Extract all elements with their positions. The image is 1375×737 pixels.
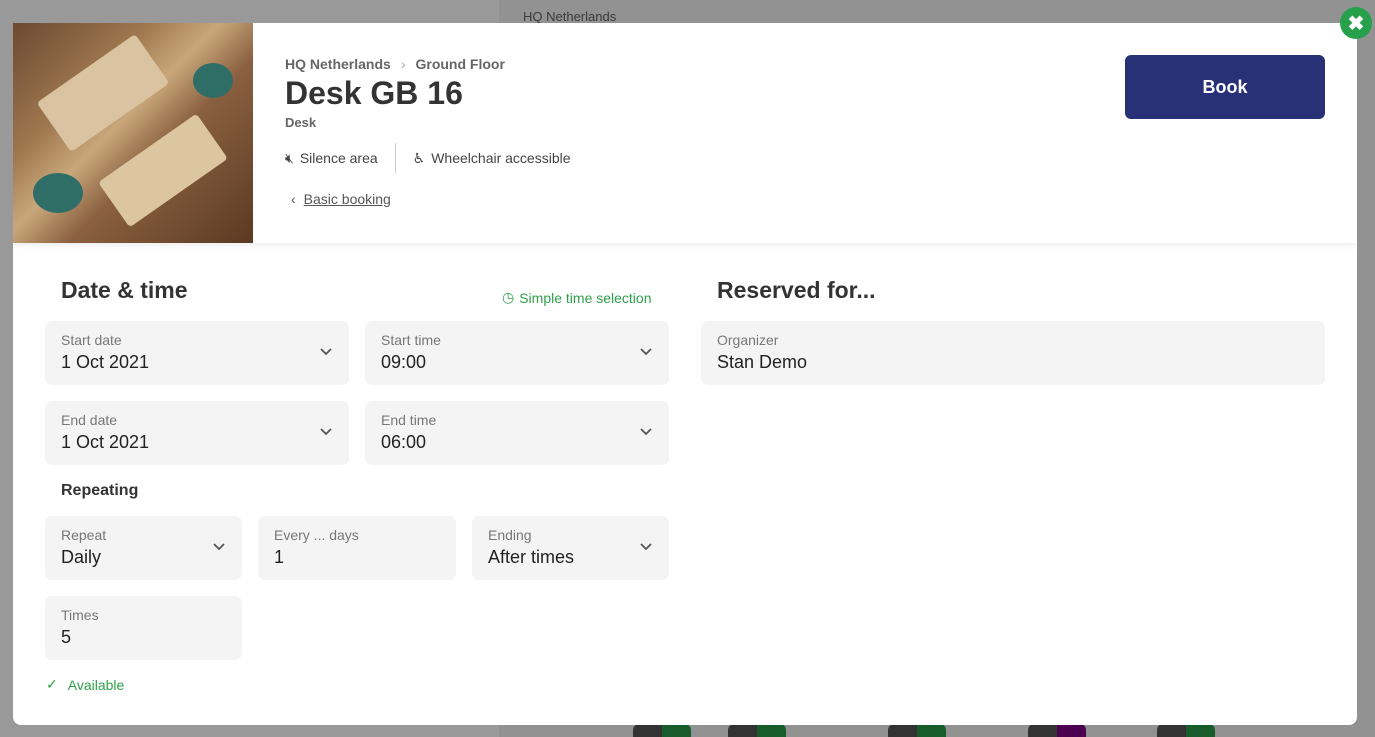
field-value: Daily bbox=[61, 547, 102, 567]
field-label: Start time bbox=[381, 332, 441, 348]
chevron-down-icon bbox=[640, 428, 652, 436]
field-value: Stan Demo bbox=[717, 352, 808, 372]
field-label: Start date bbox=[61, 332, 122, 348]
ending-select[interactable]: Ending After times bbox=[472, 516, 669, 580]
chevron-down-icon bbox=[320, 348, 332, 356]
field-label: Times bbox=[61, 607, 99, 623]
resource-type: Desk bbox=[285, 115, 317, 130]
field-value: 1 bbox=[274, 547, 285, 567]
chevron-down-icon bbox=[213, 543, 225, 551]
booking-modal: HQ Netherlands › Ground Floor Desk GB 16… bbox=[13, 23, 1357, 725]
simple-time-selection-link[interactable]: ◷ Simple time selection bbox=[502, 289, 652, 306]
chevron-right-icon: › bbox=[400, 56, 406, 72]
breadcrumb-building[interactable]: HQ Netherlands bbox=[285, 56, 391, 72]
close-button[interactable]: ✖ bbox=[1340, 7, 1372, 39]
field-value: 09:00 bbox=[381, 352, 427, 372]
clock-icon: ◷ bbox=[502, 289, 515, 305]
repeat-select[interactable]: Repeat Daily bbox=[45, 516, 242, 580]
datetime-heading: Date & time bbox=[61, 277, 188, 303]
end-time-select[interactable]: End time 06:00 bbox=[365, 401, 669, 465]
map-desk-marker bbox=[633, 724, 691, 737]
chevron-left-icon: ‹ bbox=[291, 191, 296, 207]
chevron-down-icon bbox=[640, 543, 652, 551]
feature-wheelchair: ♿︎ Wheelchair accessible bbox=[413, 150, 571, 167]
field-label: Every ... days bbox=[274, 527, 359, 543]
field-value: 1 Oct 2021 bbox=[61, 432, 150, 452]
field-value: 06:00 bbox=[381, 432, 427, 452]
reserved-heading: Reserved for... bbox=[717, 277, 876, 303]
volume-off-icon: 🔇︎ bbox=[285, 149, 294, 166]
field-value: 5 bbox=[61, 627, 72, 647]
basic-booking-label[interactable]: Basic booking bbox=[304, 191, 391, 207]
map-desk-marker bbox=[1157, 724, 1215, 737]
feature-label: Silence area bbox=[299, 150, 378, 166]
breadcrumb: HQ Netherlands › Ground Floor bbox=[285, 56, 505, 72]
every-days-input[interactable]: Every ... days 1 bbox=[258, 516, 456, 580]
repeating-heading: Repeating bbox=[61, 482, 139, 499]
chevron-down-icon bbox=[320, 428, 332, 436]
end-date-select[interactable]: End date 1 Oct 2021 bbox=[45, 401, 349, 465]
availability-label: Available bbox=[67, 676, 125, 693]
book-button[interactable]: Book bbox=[1125, 55, 1325, 119]
chevron-down-icon bbox=[640, 348, 652, 356]
feature-silence: 🔇︎ Silence area bbox=[285, 150, 378, 167]
basic-booking-link[interactable]: ‹ Basic booking bbox=[291, 191, 391, 207]
simple-time-label: Simple time selection bbox=[519, 289, 652, 306]
check-icon: ✓ bbox=[46, 676, 58, 692]
features: 🔇︎ Silence area ♿︎ Wheelchair accessible bbox=[285, 143, 571, 173]
modal-header: HQ Netherlands › Ground Floor Desk GB 16… bbox=[13, 23, 1357, 243]
times-input[interactable]: Times 5 bbox=[45, 596, 242, 660]
field-value: 1 Oct 2021 bbox=[61, 352, 150, 372]
field-value: After times bbox=[488, 547, 575, 567]
field-label: Repeat bbox=[61, 527, 107, 543]
field-label: End time bbox=[381, 412, 437, 428]
organizer-field[interactable]: Organizer Stan Demo bbox=[701, 321, 1325, 385]
availability-status: ✓ Available bbox=[46, 676, 124, 693]
feature-label: Wheelchair accessible bbox=[431, 150, 571, 166]
field-label: Organizer bbox=[717, 332, 779, 348]
wheelchair-icon: ♿︎ bbox=[412, 149, 426, 166]
field-label: Ending bbox=[488, 527, 532, 543]
background-location: HQ Netherlands bbox=[523, 9, 617, 24]
breadcrumb-floor[interactable]: Ground Floor bbox=[415, 56, 504, 72]
start-time-select[interactable]: Start time 09:00 bbox=[365, 321, 669, 385]
field-label: End date bbox=[61, 412, 118, 428]
close-icon: ✖ bbox=[1347, 12, 1365, 35]
page-title: Desk GB 16 bbox=[285, 75, 463, 111]
desk-photo bbox=[13, 23, 253, 243]
map-desk-marker bbox=[728, 724, 786, 737]
divider bbox=[394, 143, 396, 173]
map-desk-marker bbox=[888, 724, 946, 737]
start-date-select[interactable]: Start date 1 Oct 2021 bbox=[45, 321, 349, 385]
map-desk-marker bbox=[1028, 724, 1086, 737]
